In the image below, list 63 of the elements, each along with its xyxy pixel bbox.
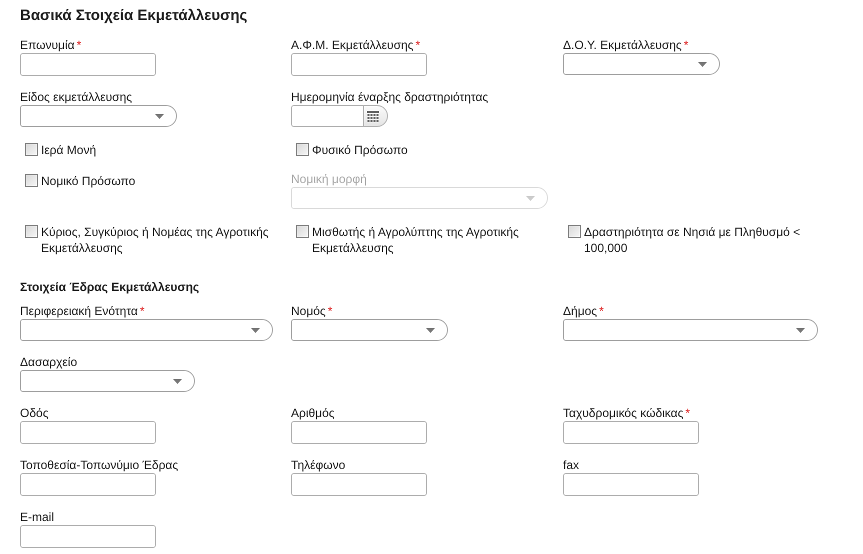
checkbox[interactable] bbox=[25, 225, 38, 238]
calendar-button[interactable] bbox=[363, 105, 388, 127]
input-field[interactable] bbox=[291, 473, 427, 496]
checkbox[interactable] bbox=[25, 143, 38, 156]
checkbox[interactable] bbox=[568, 225, 581, 238]
dropdown[interactable] bbox=[20, 370, 195, 392]
checkbox-label: Μισθωτής ή Αγρολύπτης της Αγροτικής Εκμετάλλευσης bbox=[312, 224, 520, 256]
section-heading: Βασικά Στοιχεία Εκμετάλλευσης bbox=[20, 7, 248, 25]
caret-icon bbox=[155, 114, 164, 118]
input-field[interactable] bbox=[563, 473, 699, 496]
dropdown[interactable] bbox=[20, 105, 177, 127]
caret-icon bbox=[173, 378, 182, 384]
required-asterisk: * bbox=[415, 38, 420, 53]
checkbox-label: Φυσικό Πρόσωπο bbox=[312, 142, 408, 158]
dropdown[interactable] bbox=[20, 319, 273, 341]
field-label: Α.Φ.Μ. Εκμετάλλευσης bbox=[291, 38, 414, 53]
required-asterisk: * bbox=[328, 304, 332, 319]
dropdown[interactable] bbox=[563, 53, 720, 75]
required-asterisk: * bbox=[76, 38, 82, 53]
field-label: Επωνυμία bbox=[20, 38, 75, 53]
field-label: Οδός bbox=[20, 406, 48, 421]
required-asterisk: * bbox=[685, 406, 690, 421]
calendar-icon bbox=[367, 110, 379, 122]
field-label: Δασαρχείο bbox=[20, 355, 78, 370]
field-label: Περιφερειακή Ενότητα bbox=[20, 304, 138, 319]
checkbox[interactable] bbox=[296, 225, 309, 238]
required-asterisk: * bbox=[599, 304, 604, 319]
checkbox-label: Νομικό Πρόσωπο bbox=[41, 173, 136, 189]
caret-icon bbox=[251, 328, 260, 332]
field-label: Δ.Ο.Υ. Εκμετάλλευσης bbox=[563, 38, 682, 53]
field-label: fax bbox=[563, 458, 580, 473]
caret-icon bbox=[698, 62, 707, 66]
input-field[interactable] bbox=[20, 421, 156, 444]
field-label: Δήμος bbox=[563, 304, 598, 319]
required-asterisk: * bbox=[684, 38, 688, 53]
caret-icon bbox=[526, 196, 535, 200]
field-label: Νομική μορφή bbox=[291, 172, 367, 187]
dropdown[interactable] bbox=[291, 319, 448, 341]
dropdown[interactable] bbox=[563, 319, 818, 341]
field-label: Τοποθεσία-Τοπωνύμιο Έδρας bbox=[20, 458, 178, 473]
input-field[interactable] bbox=[291, 53, 427, 76]
checkbox-label: Κύριος, Συγκύριος ή Νομέας της Αγροτικής Εκμετάλλευσης bbox=[41, 224, 270, 256]
field-label: E-mail bbox=[20, 510, 54, 525]
field-label: Τηλέφωνο bbox=[291, 458, 346, 473]
section-heading: Στοιχεία Έδρας Εκμετάλλευσης bbox=[20, 279, 200, 296]
caret-icon bbox=[796, 328, 805, 332]
checkbox[interactable] bbox=[25, 174, 38, 187]
input-field[interactable] bbox=[563, 421, 699, 444]
input-field[interactable] bbox=[20, 525, 156, 548]
field-label: Νομός bbox=[291, 304, 326, 319]
field-label: Ταχυδρομικός κώδικας bbox=[563, 406, 684, 421]
field-label: Είδος εκμετάλλευσης bbox=[20, 90, 132, 105]
caret-icon bbox=[426, 328, 435, 332]
input-field[interactable] bbox=[20, 53, 156, 76]
field-label: Ημερομηνία έναρξης δραστηριότητας bbox=[291, 90, 488, 105]
field-label: Αριθμός bbox=[291, 406, 335, 421]
checkbox-label: Ιερά Μονή bbox=[41, 142, 96, 158]
checkbox[interactable] bbox=[296, 143, 309, 156]
date-field[interactable] bbox=[291, 105, 363, 127]
input-field[interactable] bbox=[291, 421, 427, 444]
checkbox-label: Δραστηριότητα σε Νησιά με Πληθυσμό < 100,000 bbox=[584, 224, 802, 256]
required-asterisk: * bbox=[140, 304, 145, 319]
input-field[interactable] bbox=[20, 473, 156, 496]
